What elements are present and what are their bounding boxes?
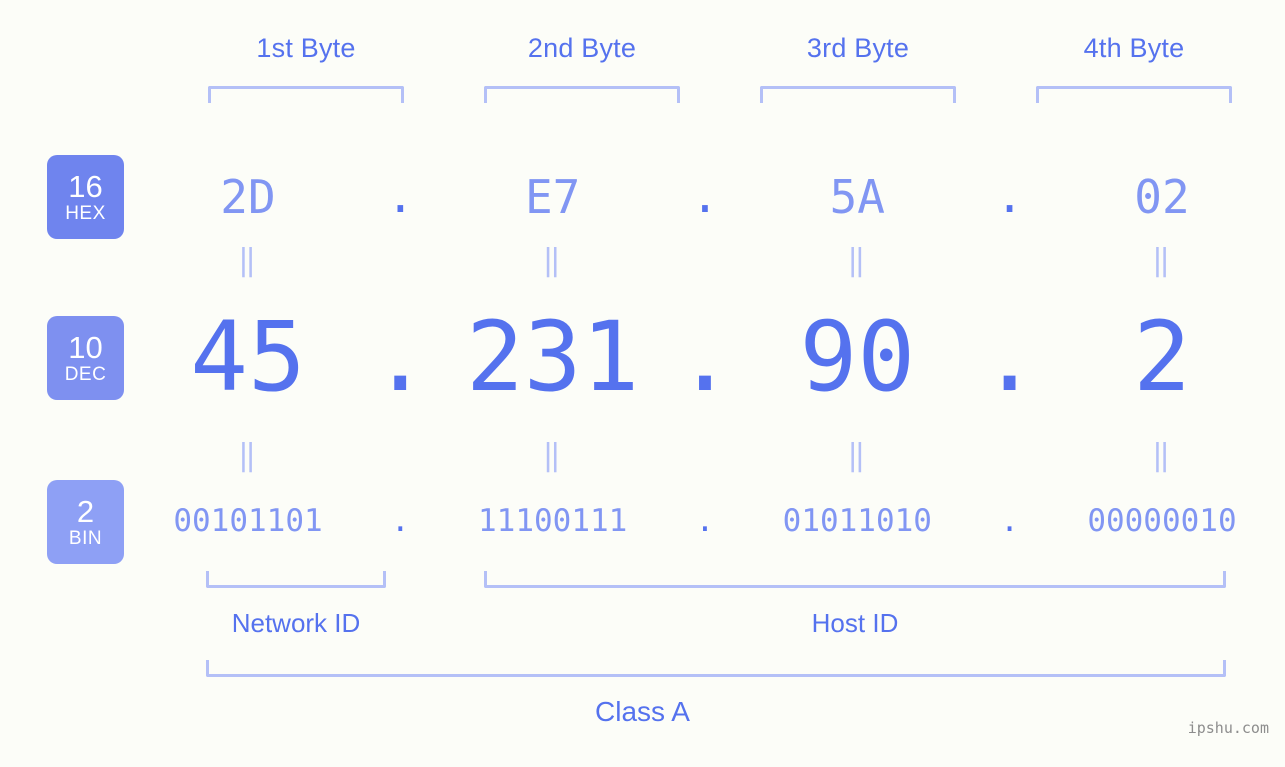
equals-gap	[665, 441, 745, 471]
bin-value-row: 00101101 . 11100111 . 01011010 . 0000001…	[150, 495, 1260, 547]
radix-badge-dec-number: 10	[68, 330, 103, 365]
bin-separator-1: .	[390, 502, 410, 539]
dec-separator-3: .	[980, 300, 1039, 413]
equals-gap	[970, 441, 1050, 471]
byte-header-2: 2nd Byte	[527, 33, 637, 63]
equals-gap	[360, 246, 440, 276]
radix-badge-hex-number: 16	[68, 169, 103, 204]
byte-bracket-1	[208, 86, 404, 103]
byte-bracket-4	[1036, 86, 1232, 103]
byte-header-3: 3rd Byte	[806, 33, 910, 63]
radix-badge-hex-label: HEX	[65, 203, 106, 224]
dec-separator-2: .	[676, 300, 734, 413]
host-id-label: Host ID	[811, 608, 899, 638]
hex-byte-1: 2D	[220, 170, 276, 224]
equals-connector-2: ‖	[542, 243, 563, 278]
hex-byte-2: E7	[524, 170, 581, 224]
network-id-bracket	[206, 571, 386, 588]
dec-byte-1: 45	[190, 301, 306, 413]
equals-connector-6: ‖	[542, 438, 563, 473]
class-bracket	[206, 660, 1226, 677]
host-id-bracket	[484, 571, 1226, 588]
bin-separator-3: .	[1000, 502, 1019, 539]
site-watermark: ipshu.com	[1187, 719, 1269, 737]
equals-connector-3: ‖	[847, 243, 868, 278]
dec-value-row: 45 . 231 . 90 . 2	[150, 297, 1260, 417]
equals-connector-5: ‖	[237, 438, 259, 473]
dec-byte-2: 231	[465, 301, 640, 413]
dec-byte-3: 90	[799, 301, 916, 413]
equals-connector-4: ‖	[1151, 243, 1172, 278]
bin-byte-4: 00000010	[1087, 503, 1237, 539]
radix-badge-bin-number: 2	[76, 494, 95, 529]
bin-byte-3: 01011010	[782, 503, 932, 539]
ip-address-breakdown-diagram: 1st Byte 2nd Byte 3rd Byte 4th Byte 16 H…	[0, 0, 1285, 767]
network-id-label: Network ID	[231, 608, 361, 638]
bin-separator-2: .	[695, 502, 715, 539]
byte-header-1: 1st Byte	[256, 33, 356, 63]
radix-badge-bin: 2 BIN	[47, 480, 124, 564]
radix-badge-bin-label: BIN	[68, 528, 103, 549]
equals-gap	[665, 246, 745, 276]
equals-connector-row-hex-dec: ‖ ‖ ‖ ‖	[150, 246, 1260, 276]
radix-badge-dec-label: DEC	[64, 364, 107, 385]
equals-connector-8: ‖	[1151, 438, 1172, 473]
equals-connector-1: ‖	[237, 243, 259, 278]
equals-connector-row-dec-bin: ‖ ‖ ‖ ‖	[150, 441, 1260, 471]
byte-bracket-2	[484, 86, 680, 103]
hex-separator-1: .	[386, 169, 415, 224]
bin-byte-1: 00101101	[173, 503, 323, 539]
hex-byte-3: 5A	[829, 170, 885, 224]
hex-separator-3: .	[995, 169, 1024, 224]
radix-badge-hex: 16 HEX	[47, 155, 124, 239]
hex-byte-4: 02	[1134, 170, 1190, 224]
byte-header-4: 4th Byte	[1083, 33, 1185, 63]
class-label: Class A	[595, 696, 690, 727]
radix-badge-dec: 10 DEC	[47, 316, 124, 400]
bin-byte-2: 11100111	[478, 503, 628, 539]
equals-gap	[360, 441, 440, 471]
hex-value-row: 2D . E7 . 5A . 02	[150, 152, 1260, 242]
equals-gap	[970, 246, 1050, 276]
equals-connector-7: ‖	[847, 438, 868, 473]
dec-byte-4: 2	[1133, 301, 1191, 413]
dec-separator-1: .	[371, 300, 430, 413]
hex-separator-2: .	[691, 169, 719, 224]
byte-bracket-3	[760, 86, 956, 103]
